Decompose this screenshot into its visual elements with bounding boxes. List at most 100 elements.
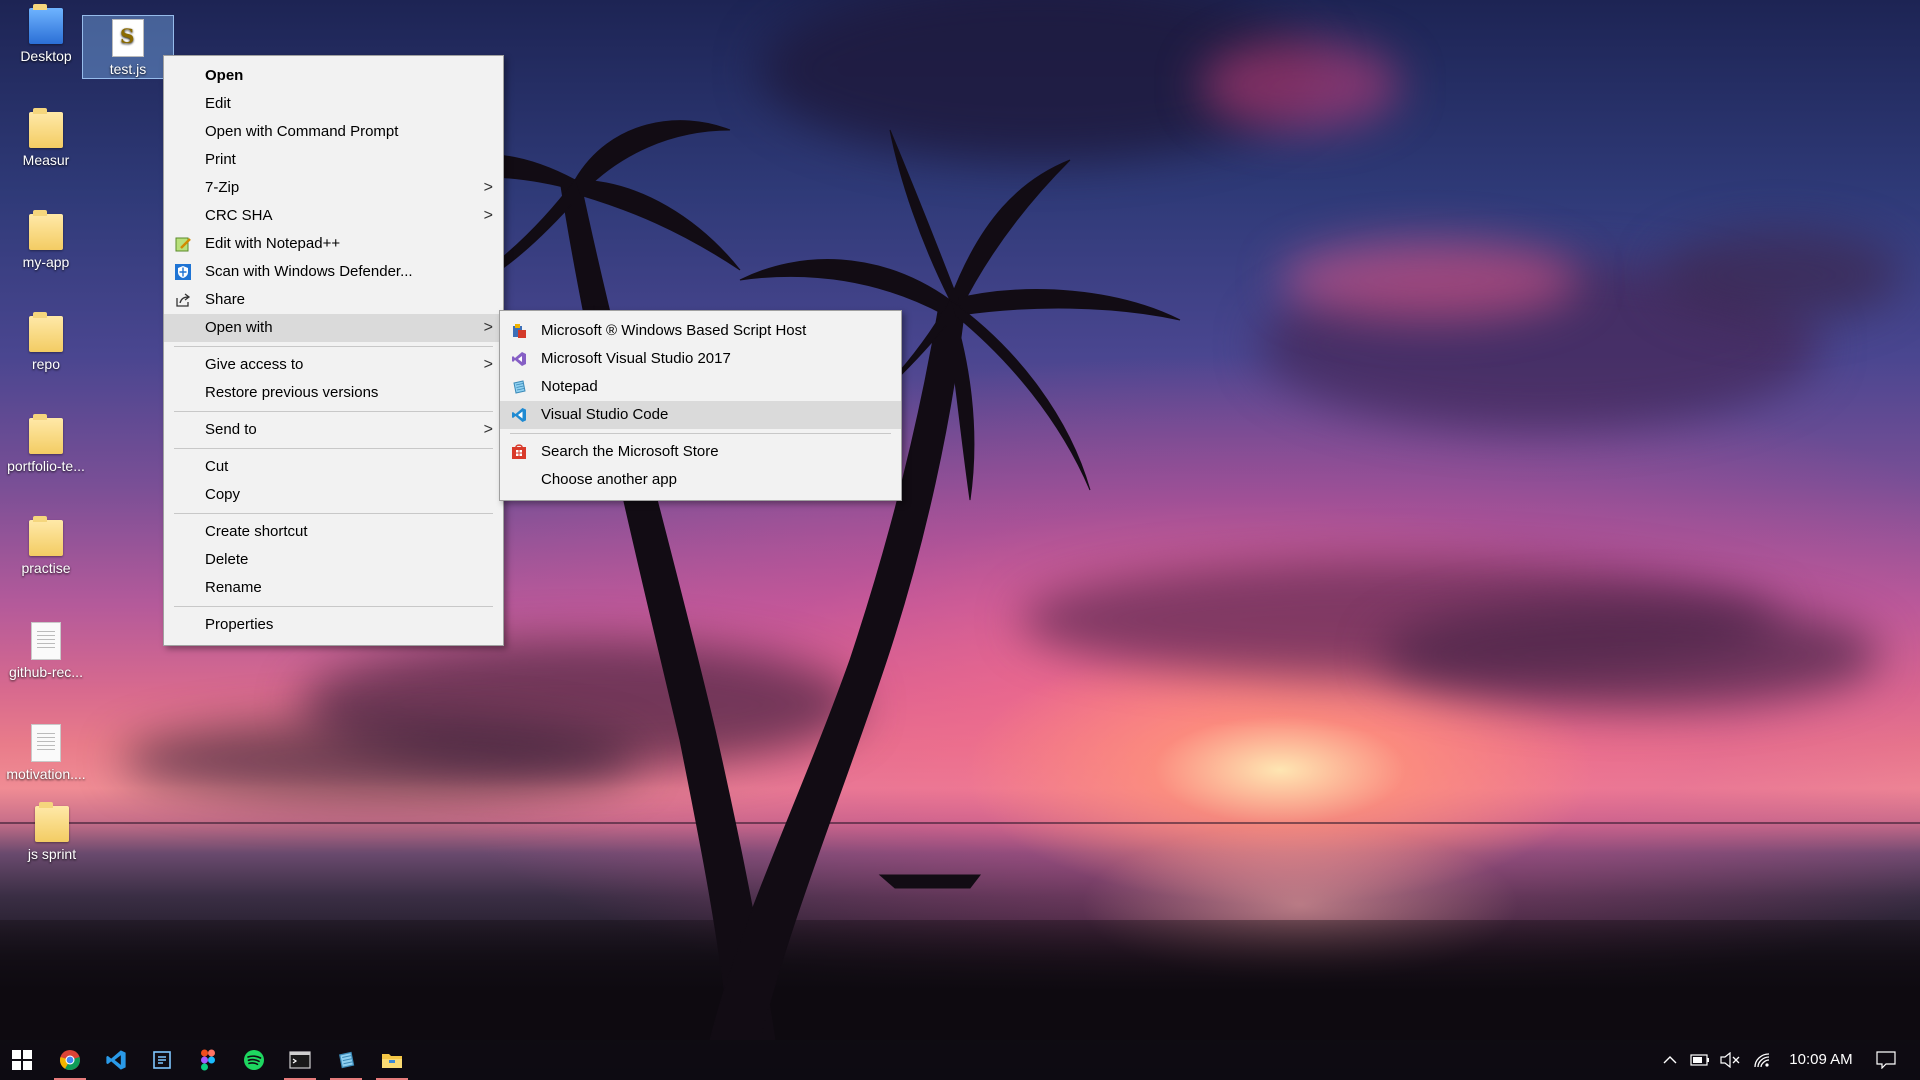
context-menu: Open Edit Open with Command Prompt Print… <box>163 55 504 646</box>
desktop-icon-github-rec[interactable]: github-rec... <box>0 622 92 680</box>
folder-icon <box>29 414 63 454</box>
desktop-icon-desktop[interactable]: Desktop <box>0 4 92 64</box>
menu-item-print[interactable]: Print <box>164 146 503 174</box>
desktop-icon-my-app[interactable]: my-app <box>0 210 92 270</box>
desktop-icon-label: repo <box>31 356 61 372</box>
app-icon <box>153 1051 171 1069</box>
taskbar-terminal[interactable] <box>278 1040 322 1080</box>
menu-item-rename[interactable]: Rename <box>164 574 503 602</box>
js-file-icon <box>112 19 144 57</box>
vscode-icon <box>106 1050 126 1070</box>
desktop-icon-label: Desktop <box>20 48 72 64</box>
chrome-icon <box>60 1050 80 1071</box>
menu-item-crc-sha[interactable]: CRC SHA > <box>164 202 503 230</box>
chevron-right-icon: > <box>483 319 493 336</box>
submenu-item-script-host[interactable]: Microsoft ® Windows Based Script Host <box>500 317 901 345</box>
text-file-icon <box>31 622 61 660</box>
notepad-icon <box>513 380 526 394</box>
tray-show-hidden[interactable] <box>1656 1040 1684 1080</box>
desktop-icon-label: practise <box>21 560 71 576</box>
menu-item-scan-defender[interactable]: Scan with Windows Defender... <box>164 258 503 286</box>
vscode-icon <box>512 408 526 422</box>
action-center-icon <box>1876 1051 1896 1069</box>
palm-trees-silhouette <box>399 120 1181 1040</box>
taskbar-clock[interactable]: 10:09 AM <box>1780 1040 1862 1080</box>
store-icon <box>512 444 526 459</box>
desktop-icon-test-js[interactable]: test.js <box>82 15 174 79</box>
menu-item-open-with[interactable]: Open with > <box>164 314 503 342</box>
menu-item-edit-notepadpp[interactable]: Edit with Notepad++ <box>164 230 503 258</box>
tray-volume[interactable] <box>1716 1040 1744 1080</box>
taskbar-vscode[interactable] <box>94 1040 138 1080</box>
desktop-icon-repo[interactable]: repo <box>0 312 92 372</box>
folder-icon <box>29 312 63 352</box>
start-button[interactable] <box>0 1040 44 1080</box>
menu-separator <box>174 606 493 607</box>
folder-icon <box>29 108 63 148</box>
taskbar-notepad[interactable] <box>324 1040 368 1080</box>
taskbar-spotify[interactable] <box>232 1040 276 1080</box>
folder-icon <box>29 210 63 250</box>
wifi-icon <box>1754 1053 1770 1068</box>
menu-item-create-shortcut[interactable]: Create shortcut <box>164 518 503 546</box>
notepad-icon <box>339 1051 355 1069</box>
menu-item-delete[interactable]: Delete <box>164 546 503 574</box>
notepadpp-icon <box>175 237 191 252</box>
menu-item-restore-versions[interactable]: Restore previous versions <box>164 379 503 407</box>
desktop-icon-js-sprint[interactable]: js sprint <box>6 802 98 862</box>
folder-icon <box>29 516 63 556</box>
desktop-icon-portfolio[interactable]: portfolio-te... <box>0 414 92 474</box>
submenu-item-choose-another-app[interactable]: Choose another app <box>500 466 901 494</box>
file-explorer-icon <box>382 1054 402 1068</box>
desktop-icon-label: test.js <box>109 61 147 77</box>
taskbar-figma[interactable] <box>186 1040 230 1080</box>
desktop-icon-label: Measur <box>22 152 70 168</box>
folder-icon <box>35 802 69 842</box>
menu-item-cut[interactable]: Cut <box>164 453 503 481</box>
tray-action-center[interactable] <box>1866 1040 1906 1080</box>
taskbar-file-explorer[interactable] <box>370 1040 414 1080</box>
tray-network[interactable] <box>1748 1040 1776 1080</box>
terminal-icon <box>289 1051 311 1069</box>
taskbar-app[interactable] <box>140 1040 184 1080</box>
menu-separator <box>174 411 493 412</box>
open-with-submenu: Microsoft ® Windows Based Script Host Mi… <box>499 310 902 501</box>
menu-item-give-access[interactable]: Give access to > <box>164 351 503 379</box>
desktop-icon-label: portfolio-te... <box>7 458 85 474</box>
menu-item-copy[interactable]: Copy <box>164 481 503 509</box>
chevron-up-icon <box>1663 1056 1677 1064</box>
desktop-icon-label: my-app <box>22 254 70 270</box>
taskbar-chrome[interactable] <box>48 1040 92 1080</box>
visual-studio-icon <box>512 352 526 366</box>
desktop-icon-label: js sprint <box>27 846 77 862</box>
menu-separator <box>174 513 493 514</box>
menu-item-open[interactable]: Open <box>164 62 503 90</box>
submenu-item-vscode[interactable]: Visual Studio Code <box>500 401 901 429</box>
script-host-icon <box>513 324 526 338</box>
chevron-right-icon: > <box>483 207 493 224</box>
desktop-icon-measur[interactable]: Measur <box>0 108 92 168</box>
submenu-item-notepad[interactable]: Notepad <box>500 373 901 401</box>
chevron-right-icon: > <box>483 179 493 196</box>
submenu-item-visual-studio-2017[interactable]: Microsoft Visual Studio 2017 <box>500 345 901 373</box>
menu-item-7zip[interactable]: 7-Zip > <box>164 174 503 202</box>
menu-item-send-to[interactable]: Send to > <box>164 416 503 444</box>
desktop-icon-practise[interactable]: practise <box>0 516 92 576</box>
desktop-icon-motivation[interactable]: motivation.... <box>0 724 92 782</box>
submenu-item-search-store[interactable]: Search the Microsoft Store <box>500 438 901 466</box>
menu-item-share[interactable]: Share <box>164 286 503 314</box>
menu-separator <box>174 448 493 449</box>
battery-icon <box>1690 1054 1709 1066</box>
menu-item-open-with-command-prompt[interactable]: Open with Command Prompt <box>164 118 503 146</box>
chevron-right-icon: > <box>483 421 493 438</box>
chevron-right-icon: > <box>483 356 493 373</box>
tray-battery[interactable] <box>1686 1040 1714 1080</box>
menu-item-edit[interactable]: Edit <box>164 90 503 118</box>
menu-separator <box>510 433 891 434</box>
defender-shield-icon <box>175 264 191 280</box>
menu-separator <box>174 346 493 347</box>
folder-icon <box>29 4 63 44</box>
desktop-icon-label: github-rec... <box>9 664 83 680</box>
menu-item-properties[interactable]: Properties <box>164 611 503 639</box>
desktop-icon-label: motivation.... <box>6 766 86 782</box>
